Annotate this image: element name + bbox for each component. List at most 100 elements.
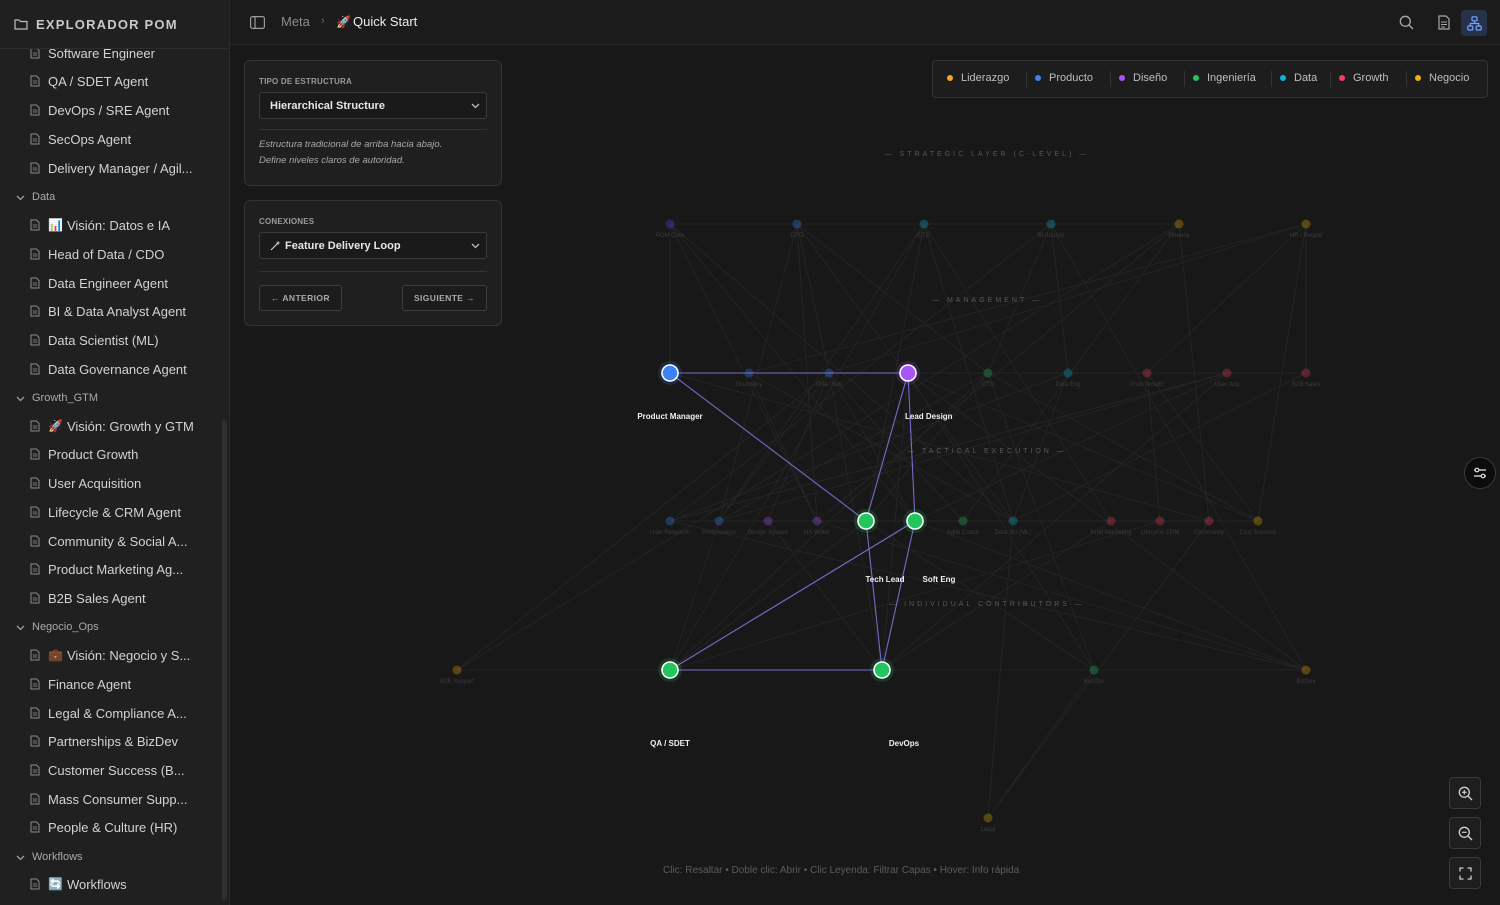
file-item[interactable]: Data Governance Agent — [0, 356, 222, 382]
file-item[interactable]: Data Scientist (ML) — [0, 327, 222, 353]
background-node[interactable] — [1174, 219, 1184, 229]
background-node[interactable] — [983, 368, 993, 378]
file-item[interactable]: 📊 Visión: Datos e IA — [0, 212, 222, 238]
node-lead-design[interactable]: Lead Design — [896, 361, 953, 421]
search-icon[interactable] — [1395, 11, 1417, 33]
file-item[interactable]: Finance Agent — [0, 671, 222, 697]
folder-data[interactable]: Data — [0, 185, 222, 209]
background-node-label: Community — [1194, 530, 1224, 536]
legend-item-6[interactable]: Negocio — [1415, 72, 1469, 84]
file-item[interactable]: Legal & Compliance A... — [0, 700, 222, 726]
graph-view-icon[interactable] — [1461, 10, 1487, 36]
chevron-down-icon — [471, 103, 480, 109]
file-item[interactable]: DevOps / SRE Agent — [0, 97, 222, 123]
file-item[interactable]: 🔄 Workflows — [0, 871, 222, 897]
file-label: Lifecycle & CRM Agent — [48, 504, 181, 520]
node-tech-lead[interactable]: Tech Lead — [854, 509, 905, 584]
file-item[interactable]: User Acquisition — [0, 470, 222, 496]
background-node[interactable] — [1046, 219, 1056, 229]
background-node[interactable] — [1089, 665, 1099, 675]
background-node-label: User Acq — [1215, 382, 1239, 388]
folder-negocio-ops[interactable]: Negocio_Ops — [0, 615, 222, 639]
file-item[interactable]: Delivery Manager / Agil... — [0, 155, 222, 181]
background-edge — [767, 520, 883, 671]
file-item[interactable]: 🚀 Visión: Growth y GTM — [0, 413, 222, 439]
file-item[interactable]: Mass Consumer Supp... — [0, 786, 222, 812]
breadcrumb-parent[interactable]: Meta — [281, 14, 310, 29]
file-item[interactable]: SecOps Agent — [0, 126, 222, 152]
file-item[interactable]: BI & Data Analyst Agent — [0, 298, 222, 324]
document-icon[interactable] — [1433, 11, 1455, 33]
background-node[interactable] — [763, 516, 773, 526]
previous-button[interactable]: ← ANTERIOR — [259, 285, 342, 311]
background-node[interactable] — [792, 219, 802, 229]
file-icon — [30, 764, 40, 776]
background-node[interactable] — [1301, 219, 1311, 229]
folder-workflows[interactable]: Workflows — [0, 845, 222, 869]
background-node[interactable] — [958, 516, 968, 526]
background-node[interactable] — [665, 219, 675, 229]
filter-toggle-button[interactable] — [1464, 457, 1496, 489]
background-node[interactable] — [1142, 368, 1152, 378]
node-qa[interactable]: QA / SDET — [650, 658, 690, 748]
background-node[interactable] — [1106, 516, 1116, 526]
file-item[interactable]: B2B Sales Agent — [0, 585, 222, 611]
file-item[interactable]: 💼 Visión: Negocio y S... — [0, 642, 222, 668]
background-node[interactable] — [983, 813, 993, 823]
background-node[interactable] — [452, 665, 462, 675]
legend-item-1[interactable]: Producto — [1035, 72, 1093, 84]
chevron-down-icon — [16, 396, 25, 401]
background-node[interactable] — [1008, 516, 1018, 526]
node-circle[interactable] — [899, 364, 917, 382]
breadcrumb-current[interactable]: Quick Start — [353, 14, 417, 29]
file-item[interactable]: Lifecycle & CRM Agent — [0, 499, 222, 525]
legend-item-2[interactable]: Diseño — [1119, 72, 1167, 84]
node-circle[interactable] — [906, 512, 924, 530]
node-circle[interactable] — [661, 364, 679, 382]
node-pm[interactable]: Product Manager — [637, 361, 703, 421]
file-item[interactable]: Partnerships & BizDev — [0, 728, 222, 754]
file-item[interactable]: Data Engineer Agent — [0, 270, 222, 296]
file-item[interactable]: Community & Social A... — [0, 528, 222, 554]
zoom-out-button[interactable] — [1449, 817, 1481, 849]
background-node[interactable] — [1063, 368, 1073, 378]
sidebar-toggle-icon[interactable] — [246, 11, 268, 33]
background-node[interactable] — [1301, 368, 1311, 378]
sidebar-scrollbar[interactable] — [222, 420, 227, 900]
file-item[interactable]: QA / SDET Agent — [0, 68, 222, 94]
background-node[interactable] — [714, 516, 724, 526]
zoom-out-icon — [1458, 826, 1472, 840]
node-circle[interactable] — [661, 661, 679, 679]
file-item[interactable]: People & Culture (HR) — [0, 814, 222, 840]
background-node[interactable] — [1155, 516, 1165, 526]
background-edge — [1146, 223, 1307, 374]
fullscreen-button[interactable] — [1449, 857, 1481, 889]
legend-item-3[interactable]: Ingeniería — [1193, 72, 1256, 84]
node-soft-eng[interactable]: Soft Eng — [903, 509, 956, 584]
file-item[interactable]: Head of Data / CDO — [0, 241, 222, 267]
file-item[interactable]: Customer Success (B... — [0, 757, 222, 783]
background-node[interactable] — [1222, 368, 1232, 378]
structure-type-select[interactable]: Hierarchical Structure — [259, 92, 487, 119]
connections-select[interactable]: Feature Delivery Loop — [259, 232, 487, 259]
node-circle[interactable] — [873, 661, 891, 679]
background-node[interactable] — [812, 516, 822, 526]
background-node[interactable] — [1204, 516, 1214, 526]
legend-item-0[interactable]: Liderazgo — [947, 72, 1009, 84]
background-node[interactable] — [919, 219, 929, 229]
background-edge — [1178, 223, 1210, 522]
zoom-in-button[interactable] — [1449, 777, 1481, 809]
top-bar: Meta › 🚀 Quick Start — [230, 0, 1500, 45]
file-item[interactable]: Product Growth — [0, 441, 222, 467]
background-node[interactable] — [665, 516, 675, 526]
node-devops[interactable]: DevOps — [870, 658, 920, 748]
background-edge — [816, 520, 1307, 671]
background-node[interactable] — [1253, 516, 1263, 526]
node-circle[interactable] — [857, 512, 875, 530]
legend-item-4[interactable]: Data — [1280, 72, 1317, 84]
next-button[interactable]: SIGUIENTE → — [402, 285, 487, 311]
legend-item-5[interactable]: Growth — [1339, 72, 1388, 84]
background-node[interactable] — [1301, 665, 1311, 675]
folder-growth-gtm[interactable]: Growth_GTM — [0, 386, 222, 410]
file-item[interactable]: Product Marketing Ag... — [0, 556, 222, 582]
